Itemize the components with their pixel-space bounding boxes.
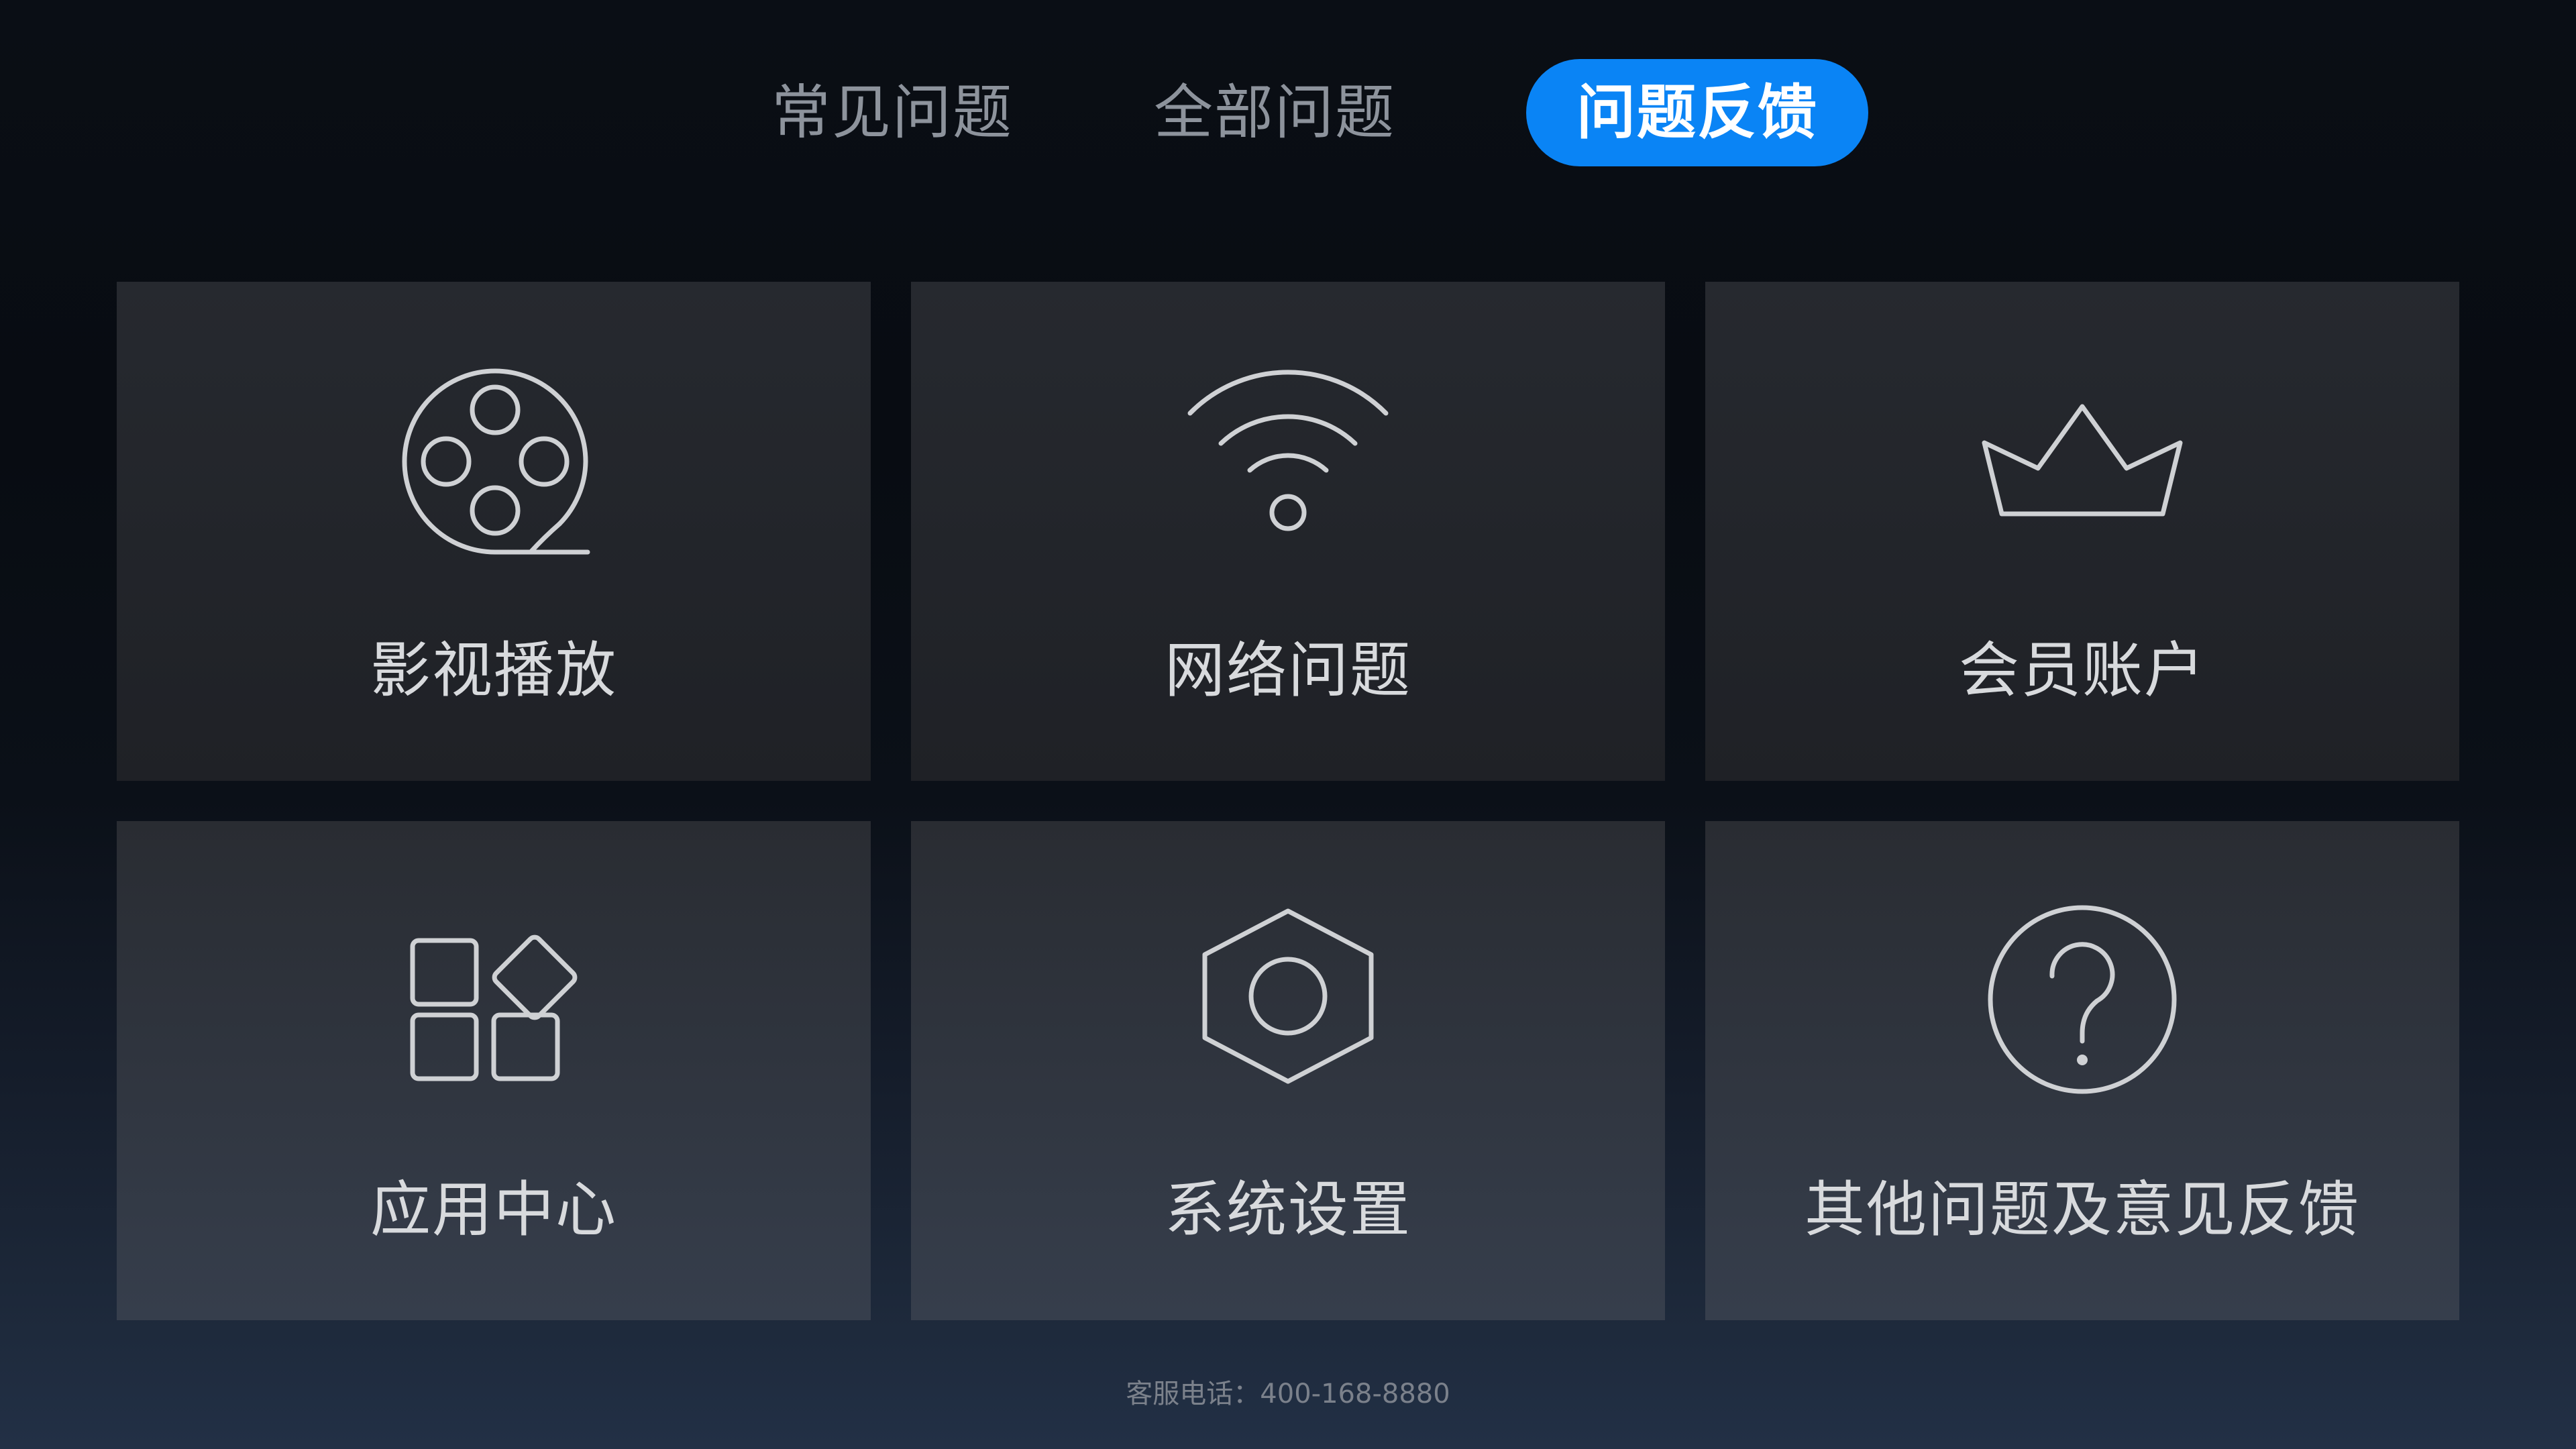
card-app-center[interactable]: 应用中心 [117,821,871,1320]
hexagon-nut-icon [1187,899,1389,1100]
apps-grid-icon [393,899,594,1100]
question-circle-icon [1982,899,2183,1100]
card-other-feedback[interactable]: 其他问题及意见反馈 [1705,821,2459,1320]
card-membership-account[interactable]: 会员账户 [1705,282,2459,781]
card-label: 应用中心 [370,1175,617,1245]
tab-feedback[interactable]: 问题反馈 [1526,59,1868,166]
card-label: 影视播放 [370,635,617,706]
card-label: 会员账户 [1959,635,2206,706]
tab-common-questions[interactable]: 常见问题 [751,59,1033,166]
crown-icon [1982,360,2183,561]
wifi-icon [1187,360,1389,561]
card-label: 网络问题 [1165,635,1411,706]
film-reel-icon [393,360,594,561]
card-video-playback[interactable]: 影视播放 [117,282,871,781]
card-system-settings[interactable]: 系统设置 [911,821,1665,1320]
customer-service-hotline: 客服电话：400-168-8880 [1126,1379,1450,1409]
card-label: 系统设置 [1165,1175,1411,1245]
top-tab-bar: 常见问题 全部问题 问题反馈 [0,59,2576,166]
card-label: 其他问题及意见反馈 [1805,1175,2360,1245]
tab-all-questions[interactable]: 全部问题 [1134,59,1415,166]
card-network-issues[interactable]: 网络问题 [911,282,1665,781]
